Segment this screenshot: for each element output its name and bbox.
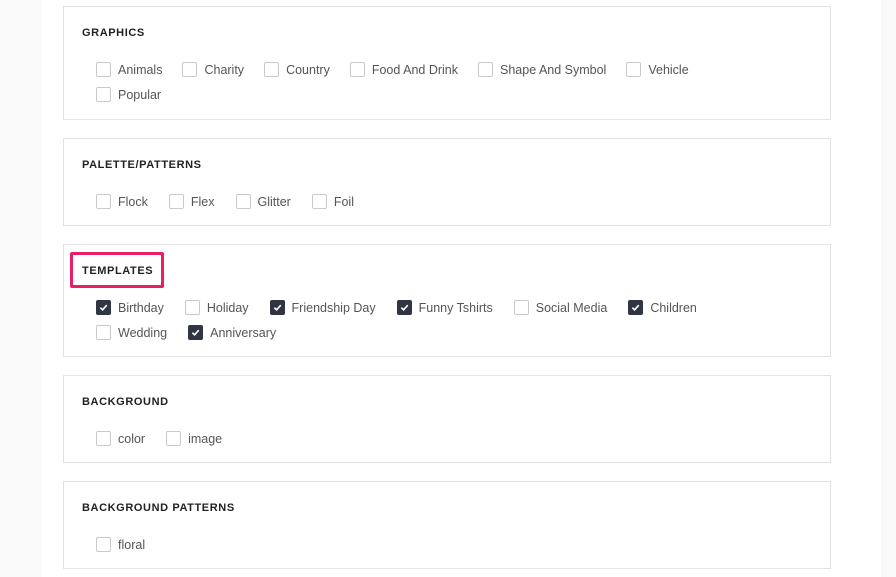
checkbox-option[interactable]: Birthday	[96, 300, 164, 315]
checkbox[interactable]	[166, 431, 182, 446]
checkbox[interactable]	[184, 300, 200, 315]
check-icon	[400, 304, 408, 312]
checkbox-label: Funny Tshirts	[418, 300, 493, 315]
filter-section-background: BACKGROUND color image	[63, 375, 831, 463]
checkbox[interactable]	[264, 62, 280, 77]
checkbox-label: Charity	[204, 62, 245, 77]
checkbox[interactable]	[188, 325, 204, 340]
checkbox-option[interactable]: Children	[628, 300, 697, 315]
checkbox-label: Flock	[118, 194, 148, 209]
checkbox[interactable]	[96, 87, 111, 102]
filter-section-templates: TEMPLATES Birthday Holiday Friendship Da…	[63, 244, 831, 357]
checkbox[interactable]	[628, 300, 644, 315]
checkbox[interactable]	[478, 62, 494, 77]
checkbox[interactable]	[626, 62, 642, 77]
checkbox-option[interactable]: Popular	[96, 87, 161, 102]
checkbox-option[interactable]: Food And Drink	[349, 62, 459, 77]
checkbox-option[interactable]: image	[166, 431, 222, 446]
options-group: Animals Charity Country Food And Drink S…	[96, 57, 814, 107]
options-row: floral	[96, 532, 814, 557]
checkbox-label: Holiday	[206, 300, 249, 315]
checkbox-label: floral	[118, 537, 146, 552]
section-title: BACKGROUND	[82, 396, 169, 408]
checkbox-option[interactable]: Social Media	[513, 300, 608, 315]
options-group: color image	[96, 426, 814, 451]
checkbox[interactable]	[235, 194, 251, 209]
checkbox-option[interactable]: Charity	[182, 62, 244, 77]
checkbox[interactable]	[96, 300, 111, 315]
checkbox[interactable]	[269, 300, 285, 315]
check-icon	[99, 304, 108, 312]
checkbox[interactable]	[396, 300, 412, 315]
checkbox[interactable]	[513, 300, 529, 315]
options-row: Flock Flex Glitter Foil	[96, 189, 814, 214]
checkbox-label: Children	[650, 300, 697, 315]
checkbox-option[interactable]: Country	[264, 62, 330, 77]
checkbox-label: Country	[286, 62, 330, 77]
checkbox[interactable]	[96, 431, 111, 446]
checkbox-option[interactable]: Shape And Symbol	[478, 62, 606, 77]
checkbox-label: color	[118, 431, 146, 446]
checkbox-label: Animals	[118, 62, 163, 77]
checkbox[interactable]	[311, 194, 327, 209]
checkbox[interactable]	[182, 62, 198, 77]
checkbox-option[interactable]: Wedding	[96, 325, 167, 340]
checkbox-label: image	[188, 431, 223, 446]
filter-section-graphics: GRAPHICS Animals Charity Country Food An…	[63, 6, 831, 120]
options-row: Wedding Anniversary	[96, 320, 814, 345]
checkbox[interactable]	[96, 62, 111, 77]
checkbox-option[interactable]: floral	[96, 537, 145, 552]
filter-section-palette-patterns: PALETTE/PATTERNS Flock Flex Glitter Foil	[63, 138, 831, 226]
checkbox[interactable]	[96, 537, 111, 552]
check-icon	[273, 304, 281, 312]
section-title: PALETTE/PATTERNS	[82, 159, 202, 171]
check-icon	[191, 329, 200, 337]
checkbox[interactable]	[168, 194, 184, 209]
checkbox-label: Glitter	[257, 194, 291, 209]
checkbox-option[interactable]: Animals	[96, 62, 162, 77]
checkbox-label: Popular	[118, 87, 162, 102]
checkbox-label: Flex	[190, 194, 215, 209]
checkbox-label: Vehicle	[648, 62, 689, 77]
checkbox-label: Food And Drink	[371, 62, 459, 77]
checkbox-label: Shape And Symbol	[500, 62, 607, 77]
checkbox-option[interactable]: Funny Tshirts	[396, 300, 493, 315]
checkbox-option[interactable]: Foil	[311, 194, 354, 209]
section-title: BACKGROUND PATTERNS	[82, 502, 235, 514]
checkbox[interactable]	[96, 194, 111, 209]
options-group: Flock Flex Glitter Foil	[96, 189, 814, 214]
options-group: Birthday Holiday Friendship Day Funny Ts…	[96, 295, 814, 345]
options-row: color image	[96, 426, 814, 451]
checkbox-option[interactable]: Anniversary	[188, 325, 276, 340]
check-icon	[632, 304, 640, 312]
checkbox-option[interactable]: Flex	[168, 194, 215, 209]
checkbox[interactable]	[349, 62, 365, 77]
checkbox-option[interactable]: Holiday	[184, 300, 249, 315]
checkbox-label: Birthday	[118, 300, 164, 315]
checkbox-label: Wedding	[118, 325, 168, 340]
checkbox-option[interactable]: Friendship Day	[269, 300, 376, 315]
checkbox-option[interactable]: Flock	[96, 194, 148, 209]
section-title: GRAPHICS	[82, 27, 145, 39]
options-row: Birthday Holiday Friendship Day Funny Ts…	[96, 295, 814, 320]
checkbox-option[interactable]: Glitter	[235, 194, 291, 209]
checkbox-label: Social Media	[535, 300, 608, 315]
checkbox-option[interactable]: color	[96, 431, 145, 446]
checkbox-label: Anniversary	[210, 325, 277, 340]
options-group: floral	[96, 532, 814, 557]
options-row: Animals Charity Country Food And Drink S…	[96, 57, 814, 82]
checkbox-option[interactable]: Vehicle	[626, 62, 689, 77]
section-title: TEMPLATES	[82, 265, 154, 277]
checkbox-label: Friendship Day	[291, 300, 376, 315]
checkbox[interactable]	[96, 325, 111, 340]
filter-section-background-patterns: BACKGROUND PATTERNS floral	[63, 481, 831, 569]
options-row: Popular	[96, 82, 814, 107]
checkbox-label: Foil	[333, 194, 354, 209]
